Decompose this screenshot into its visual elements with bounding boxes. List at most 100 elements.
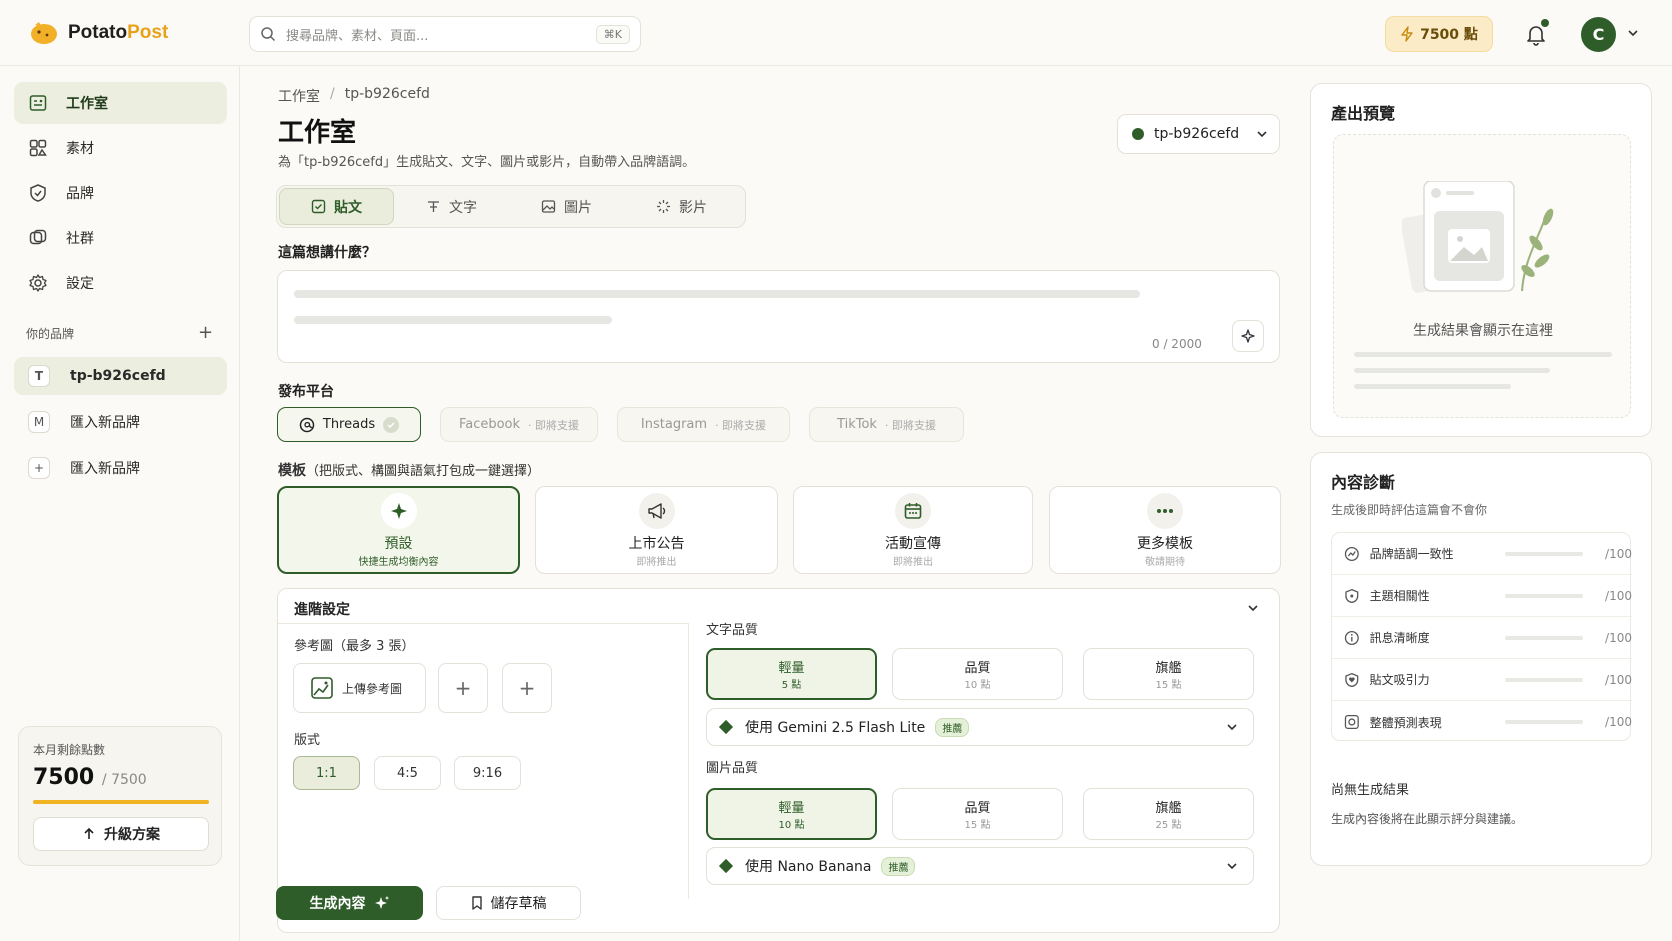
sparkle-icon bbox=[380, 492, 417, 529]
list-item: 主題相關性/100 bbox=[1332, 575, 1632, 617]
sidebar-item-settings[interactable]: 設定 bbox=[14, 262, 227, 304]
add-reference-button[interactable]: + bbox=[438, 663, 488, 713]
image-quality-option[interactable]: 品質 15 點 bbox=[892, 788, 1063, 840]
template-event[interactable]: 活動宣傳 即將推出 bbox=[793, 486, 1033, 574]
avatar[interactable]: C bbox=[1581, 17, 1616, 52]
logo-text: PotatoPost bbox=[68, 22, 169, 43]
add-brand-button[interactable]: + bbox=[198, 322, 213, 343]
text-quality-label: 文字品質 bbox=[706, 623, 759, 638]
points-badge[interactable]: 7500 點 bbox=[1385, 16, 1493, 52]
score-bar bbox=[1504, 551, 1584, 556]
arrow-up-icon bbox=[84, 827, 94, 839]
bookmark-icon bbox=[471, 896, 482, 910]
sparkle-icon bbox=[1241, 329, 1255, 343]
logo[interactable]: PotatoPost bbox=[30, 20, 168, 46]
text-quality-option[interactable]: 輕量 5 點 bbox=[706, 648, 877, 700]
sidebar-item-assets[interactable]: 素材 bbox=[14, 127, 227, 169]
sidebar-brand-item[interactable]: M 匯入新品牌 bbox=[14, 403, 227, 441]
upgrade-button[interactable]: 升級方案 bbox=[33, 817, 209, 851]
diagnosis-list: 品牌語調一致性/100 主題相關性/100 訊息清晰度/100 貼文吸引力/10… bbox=[1331, 532, 1632, 743]
score-bar bbox=[1504, 677, 1584, 682]
text-model-select[interactable]: 使用 Gemini 2.5 Flash Lite 推薦 bbox=[706, 708, 1254, 746]
text-quality-option[interactable]: 旗艦 15 點 bbox=[1083, 648, 1254, 700]
sidebar-item-community[interactable]: 社群 bbox=[14, 217, 227, 259]
image-quality-option[interactable]: 旗艦 25 點 bbox=[1083, 788, 1254, 840]
image-upload-icon bbox=[311, 677, 333, 699]
platform-label: 發布平台 bbox=[278, 384, 334, 400]
chevron-down-icon bbox=[1227, 863, 1237, 870]
diagnosis-title: 內容診斷 bbox=[1331, 473, 1396, 492]
image-placeholder-illustration bbox=[1402, 181, 1554, 293]
search-bar[interactable]: 搜尋品牌、素材、頁面... ⌘K bbox=[249, 16, 641, 52]
credits-value: 7500 / 7500 bbox=[33, 765, 147, 790]
upload-reference-button[interactable]: 上傳參考圖 bbox=[293, 663, 426, 713]
brand-color-dot bbox=[1132, 128, 1144, 140]
brand-badge: T bbox=[28, 365, 50, 387]
credits-label: 本月剩餘點數 bbox=[33, 743, 106, 757]
chevron-down-icon[interactable] bbox=[1626, 26, 1640, 40]
prompt-label: 這篇想講什麼？ bbox=[278, 245, 376, 261]
lightning-icon bbox=[1401, 26, 1413, 42]
image-quality-label: 圖片品質 bbox=[706, 761, 759, 776]
no-result-subtitle: 生成內容後將在此顯示評分與建議。 bbox=[1331, 812, 1524, 826]
ratio-option[interactable]: 4:5 bbox=[374, 756, 441, 790]
tab-text[interactable]: 文字 bbox=[394, 188, 509, 225]
breadcrumb-root[interactable]: 工作室 bbox=[278, 86, 320, 106]
template-default[interactable]: 預設 快捷生成均衡內容 bbox=[277, 486, 520, 574]
ratio-option[interactable]: 1:1 bbox=[293, 756, 360, 790]
template-more[interactable]: 更多模板 敬請期待 bbox=[1049, 486, 1281, 574]
tone-icon bbox=[1344, 546, 1359, 561]
breadcrumb-separator: / bbox=[330, 86, 335, 102]
text-quality-option[interactable]: 品質 10 點 bbox=[892, 648, 1063, 700]
brand-shield-icon bbox=[30, 184, 46, 202]
tab-post[interactable]: 貼文 bbox=[279, 188, 394, 225]
breadcrumb: 工作室 / tp-b926cefd bbox=[278, 86, 430, 106]
template-launch[interactable]: 上市公告 即將推出 bbox=[535, 486, 778, 574]
page-title: 工作室 bbox=[278, 118, 357, 148]
brands-section-label: 你的品牌 bbox=[26, 327, 75, 341]
platform-threads[interactable]: Threads bbox=[277, 407, 421, 442]
chevron-down-icon[interactable] bbox=[1246, 601, 1260, 615]
advanced-settings-title[interactable]: 進階設定 bbox=[294, 599, 350, 619]
image-quality-option[interactable]: 輕量 10 點 bbox=[706, 788, 877, 840]
list-item: 貼文吸引力/100 bbox=[1332, 659, 1632, 701]
gear-icon bbox=[29, 274, 47, 292]
image-model-select[interactable]: 使用 Nano Banana 推薦 bbox=[706, 847, 1254, 885]
placeholder-line bbox=[1354, 384, 1511, 389]
search-input[interactable]: 搜尋品牌、素材、頁面... bbox=[286, 25, 586, 44]
preview-area: 生成結果會顯示在這裡 bbox=[1333, 134, 1631, 418]
sidebar-item-studio[interactable]: 工作室 bbox=[14, 82, 227, 124]
placeholder-line bbox=[1354, 352, 1612, 357]
preview-placeholder: 生成結果會顯示在這裡 bbox=[1413, 323, 1553, 339]
char-counter: 0 / 2000 bbox=[1152, 337, 1202, 351]
preview-title: 產出預覽 bbox=[1331, 104, 1396, 123]
model-diamond-icon bbox=[718, 719, 734, 735]
tab-image[interactable]: 圖片 bbox=[509, 188, 624, 225]
image-icon bbox=[541, 200, 556, 213]
credits-progress-bar bbox=[33, 800, 209, 804]
list-item: 整體預測表現/100 bbox=[1332, 701, 1632, 743]
save-draft-button[interactable]: 儲存草稿 bbox=[436, 886, 581, 920]
ratio-label: 版式 bbox=[294, 733, 321, 748]
assets-icon bbox=[29, 139, 47, 157]
chevron-down-icon bbox=[1227, 724, 1237, 731]
import-brand-button[interactable]: + 匯入新品牌 bbox=[14, 449, 227, 487]
template-label: 模板（把版式、構圖與語氣打包成一鍵選擇） bbox=[278, 463, 541, 479]
ai-assist-button[interactable] bbox=[1232, 320, 1264, 352]
diagnosis-subtitle: 生成後即時評估這篇會不會你 bbox=[1331, 503, 1488, 517]
generate-button[interactable]: 生成內容 bbox=[276, 886, 423, 920]
page-subtitle: 為「tp-b926cefd」生成貼文、文字、圖片或影片，自動帶入品牌語調。 bbox=[278, 155, 696, 170]
ratio-option[interactable]: 9:16 bbox=[454, 756, 521, 790]
sidebar-item-brand[interactable]: 品牌 bbox=[14, 172, 227, 214]
platform-facebook: Facebook · 即將支援 bbox=[440, 407, 598, 442]
topic-icon bbox=[1345, 588, 1359, 603]
recommended-badge: 推薦 bbox=[881, 856, 916, 876]
score-bar bbox=[1504, 635, 1584, 640]
add-reference-button[interactable]: + bbox=[502, 663, 552, 713]
tab-video[interactable]: 影片 bbox=[624, 188, 739, 225]
reference-label: 參考圖（最多 3 張） bbox=[294, 639, 415, 654]
sidebar-brand-item[interactable]: T tp-b926cefd bbox=[14, 357, 227, 395]
content-diagnosis-card: 內容診斷 生成後即時評估這篇會不會你 品牌語調一致性/100 主題相關性/100… bbox=[1310, 452, 1652, 866]
brand-selector[interactable]: tp-b926cefd bbox=[1117, 114, 1280, 154]
prompt-textarea[interactable]: 0 / 2000 bbox=[277, 270, 1280, 363]
